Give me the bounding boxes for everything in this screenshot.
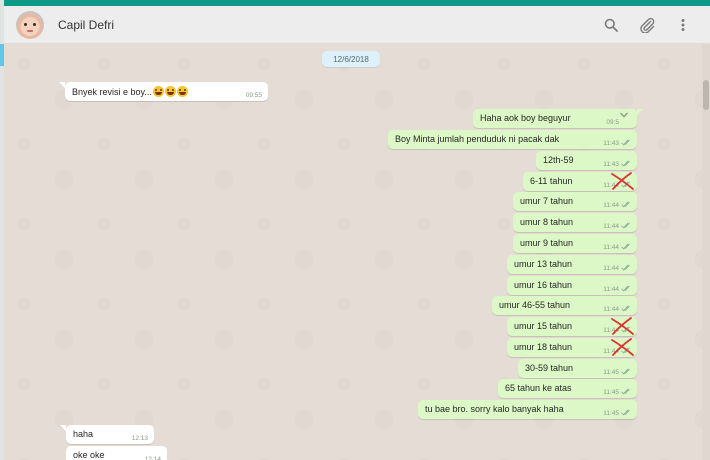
message-time: 09:55 [245, 92, 262, 99]
message-time: 11:43 [603, 161, 619, 168]
message-text: umur 15 tahun [514, 321, 573, 331]
message-text: tu bae bro. sorry kalo banyak haha [425, 404, 564, 414]
message-time: 09:5 [606, 119, 619, 126]
grinning-emoji-icon [164, 86, 176, 97]
message-time: 11:45 [603, 389, 619, 396]
date-divider: 12/6/2018 [322, 51, 380, 67]
attach-icon[interactable] [638, 16, 656, 34]
outgoing-message[interactable]: umur 13 tahun 11:44 [507, 255, 637, 274]
message-text: oke oke [73, 450, 105, 460]
message-text: umur 9 tahun [520, 238, 574, 248]
outgoing-message[interactable]: umur 18 tahun 11:44 [507, 338, 637, 357]
grinning-emoji-icon [176, 86, 188, 97]
message-text: haha [73, 429, 94, 439]
outgoing-message[interactable]: umur 9 tahun 11:44 [513, 234, 637, 253]
read-receipt-icon [621, 160, 630, 167]
bubble-tail [59, 82, 65, 88]
outgoing-message[interactable]: 65 tahun ke atas 11:45 [498, 379, 637, 398]
message-time: 11:45 [603, 410, 619, 417]
incoming-message[interactable]: Bnyek revisi e boy... 09:55 [59, 82, 268, 101]
message-time: 12:14 [144, 456, 161, 460]
outgoing-message[interactable]: Haha aok boy beguyur 09:5 [473, 109, 643, 128]
grinning-emoji-icon [152, 86, 164, 97]
incoming-message[interactable]: haha 12:13 [60, 425, 154, 444]
message-text: umur 8 tahun [520, 217, 574, 227]
message-text: Haha aok boy beguyur [480, 113, 571, 123]
read-receipt-icon [621, 409, 630, 416]
message-time: 11:43 [603, 140, 619, 147]
outgoing-message[interactable]: umur 16 tahun 11:44 [507, 276, 637, 295]
message-time: 11:44 [603, 182, 619, 189]
message-text: Bnyek revisi e boy... [72, 87, 152, 97]
outgoing-message[interactable]: umur 8 tahun 11:44 [513, 213, 637, 232]
chat-header[interactable]: Capil Defri [4, 6, 710, 44]
read-receipt-icon [621, 243, 630, 250]
message-text: umur 46-55 tahun [499, 300, 571, 310]
message-text: 6-11 tahun [530, 176, 573, 186]
message-text: umur 7 tahun [520, 196, 574, 206]
message-text: 12th-59 [543, 155, 574, 165]
read-receipt-icon [621, 368, 630, 375]
message-text: 65 tahun ke atas [505, 383, 572, 393]
message-text: 30-59 tahun [525, 363, 574, 373]
message-time: 11:44 [603, 244, 619, 251]
message-text: Boy Minta jumlah penduduk ni pacak dak [395, 134, 560, 144]
message-text: umur 13 tahun [514, 259, 573, 269]
outgoing-message[interactable]: tu bae bro. sorry kalo banyak haha 11:45 [418, 400, 637, 419]
menu-icon[interactable] [674, 16, 692, 34]
read-receipt-icon [621, 326, 630, 333]
message-time: 11:45 [603, 369, 619, 376]
outgoing-message[interactable]: umur 46-55 tahun 11:44 [492, 296, 637, 315]
header-actions [602, 6, 692, 44]
read-receipt-icon [621, 139, 630, 146]
read-receipt-icon [621, 347, 630, 354]
message-text: umur 18 tahun [514, 342, 573, 352]
message-time: 11:44 [603, 306, 619, 313]
message-time: 11:44 [603, 286, 619, 293]
outgoing-message[interactable]: umur 7 tahun 11:44 [513, 192, 637, 211]
incoming-message[interactable]: oke oke 12:14 [66, 446, 167, 460]
outgoing-message[interactable]: Boy Minta jumlah penduduk ni pacak dak 11… [388, 130, 637, 149]
chat-scrollbar[interactable] [702, 44, 710, 460]
contact-name[interactable]: Capil Defri [58, 18, 114, 32]
read-receipt-icon [621, 285, 630, 292]
read-receipt-icon [621, 222, 630, 229]
message-time: 11:44 [603, 327, 619, 334]
search-icon[interactable] [602, 16, 620, 34]
bubble-tail [60, 425, 66, 431]
message-time: 11:44 [603, 348, 619, 355]
read-receipt-icon [621, 264, 630, 271]
chat-window: Capil Defri 12/6/2018 Bnyek revisi e boy… [4, 6, 710, 460]
message-text: umur 16 tahun [514, 280, 573, 290]
read-receipt-icon [621, 305, 630, 312]
message-time: 12:13 [131, 435, 148, 442]
bubble-tail [637, 109, 643, 115]
scrollbar-thumb[interactable] [703, 80, 709, 110]
message-list[interactable]: 12/6/2018 Bnyek revisi e boy... 09:55 Ha… [4, 44, 702, 460]
chevron-down-icon[interactable] [619, 111, 629, 119]
read-receipt-icon [621, 388, 630, 395]
read-receipt-icon [621, 201, 630, 208]
message-time: 11:44 [603, 202, 619, 209]
message-time: 11:44 [603, 223, 619, 230]
outgoing-message[interactable]: 6-11 tahun 11:44 [523, 172, 637, 191]
outgoing-message[interactable]: 30-59 tahun 11:45 [518, 359, 637, 378]
read-receipt-icon [621, 181, 630, 188]
contact-avatar[interactable] [16, 10, 44, 39]
message-time: 11:44 [603, 265, 619, 272]
outgoing-message[interactable]: umur 15 tahun 11:44 [507, 317, 637, 336]
outgoing-message[interactable]: 12th-59 11:43 [536, 151, 637, 170]
